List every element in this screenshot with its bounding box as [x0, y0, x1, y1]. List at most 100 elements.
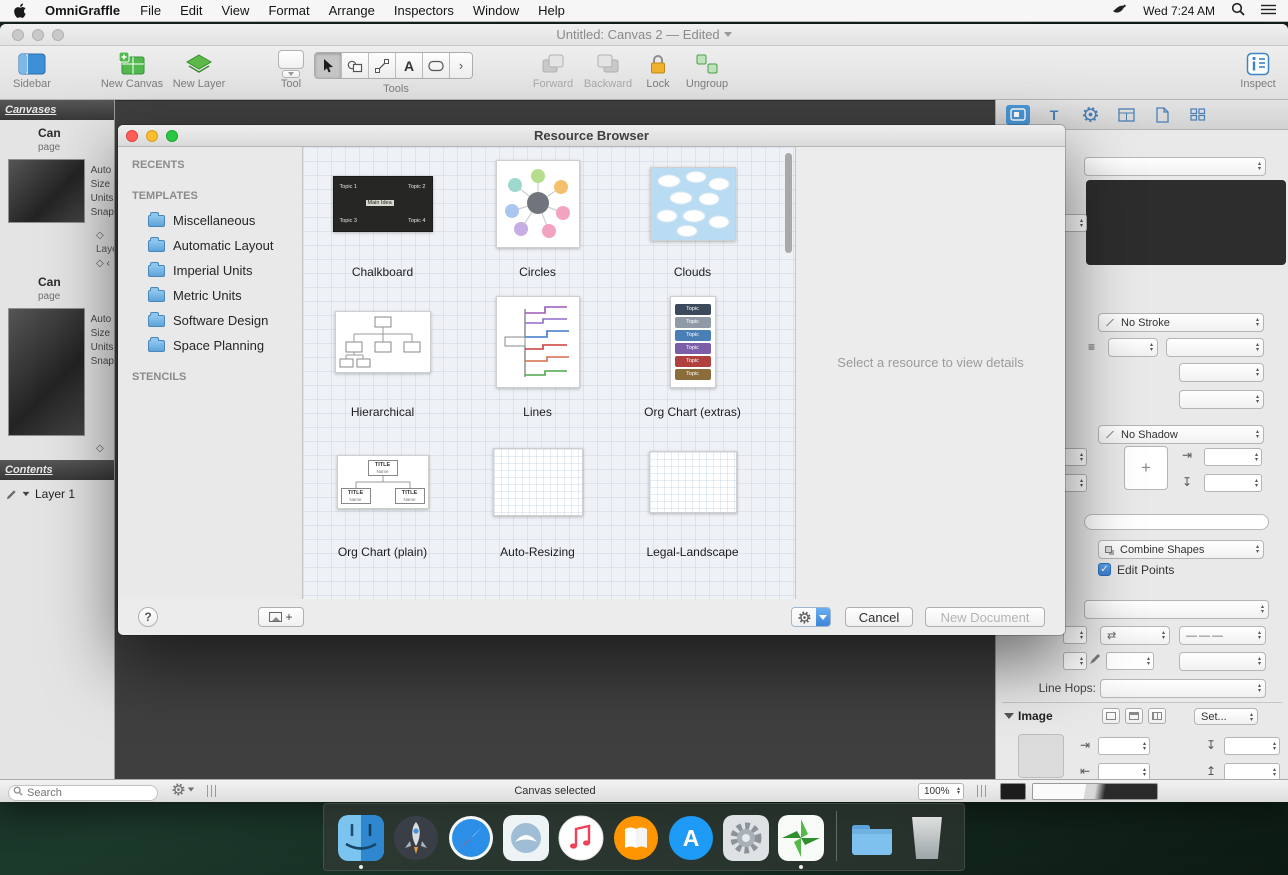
menu-file[interactable]: File [140, 3, 161, 18]
layer-disclosure-icon[interactable] [23, 492, 30, 496]
properties-inspector-tab[interactable] [1078, 105, 1102, 125]
help-button[interactable]: ? [138, 607, 158, 627]
shadow-popup[interactable]: No Shadow [1098, 425, 1264, 444]
stroke-width-popup[interactable] [1108, 338, 1158, 357]
dock-finder-icon[interactable] [338, 815, 384, 861]
image-disclosure-icon[interactable] [1004, 713, 1014, 719]
line-hops-popup[interactable] [1100, 679, 1266, 698]
image-well[interactable] [1018, 734, 1064, 778]
line-tool-button[interactable] [369, 53, 396, 78]
menu-window[interactable]: Window [473, 3, 519, 18]
inspect-button[interactable]: Inspect [1234, 50, 1282, 90]
action-menu-chevron-icon[interactable] [816, 608, 830, 626]
image-mode-button-1[interactable] [1102, 708, 1120, 724]
line-type-popup[interactable] [1084, 600, 1269, 619]
forward-button[interactable]: Forward [528, 50, 578, 90]
folder-imperial-units[interactable]: Imperial Units [118, 258, 302, 283]
template-legal-landscape[interactable]: Legal-Landscape [615, 423, 770, 563]
line-stepper-1[interactable] [1063, 626, 1087, 644]
image-section-header[interactable]: Image [1004, 709, 1053, 723]
search-input[interactable] [8, 785, 158, 801]
gradient-bar[interactable] [1032, 783, 1158, 800]
statusbar-gear-button[interactable] [172, 783, 195, 796]
dock-safari-icon[interactable] [448, 815, 494, 861]
canvas-list-item-1[interactable]: Can page Auto Size Units Snap [0, 120, 114, 227]
template-auto-resizing[interactable]: Auto-Resizing [460, 423, 615, 563]
minimize-button[interactable] [32, 29, 44, 41]
selection-tool-button[interactable] [315, 53, 342, 78]
template-org-chart-plain[interactable]: TITLE Name TITLE Name TITLE Name Org Cha… [305, 423, 460, 563]
tool-dropdown-button[interactable]: Tool [268, 50, 314, 90]
dock-trash-icon[interactable] [904, 815, 950, 861]
dash-pattern-popup[interactable]: ——— [1179, 626, 1266, 645]
shape-tool-button[interactable] [342, 53, 369, 78]
dialog-minimize-button[interactable] [146, 130, 158, 142]
line-stepper-2[interactable] [1063, 652, 1087, 670]
folder-software-design[interactable]: Software Design [118, 308, 302, 333]
app-menu-name[interactable]: OmniGraffle [45, 3, 120, 18]
edit-points-checkbox[interactable] [1098, 563, 1111, 576]
backward-button[interactable]: Backward [582, 50, 634, 90]
folder-space-planning[interactable]: Space Planning [118, 333, 302, 358]
menu-inspectors[interactable]: Inspectors [394, 3, 454, 18]
shadow-stepper-2[interactable] [1063, 474, 1087, 492]
dock-itunes-icon[interactable] [558, 815, 604, 861]
shadow-offset-well[interactable]: + [1124, 446, 1168, 490]
dock-ibooks-icon[interactable] [613, 815, 659, 861]
close-button[interactable] [12, 29, 24, 41]
text-tool-button[interactable]: A [396, 53, 423, 78]
arrowhead-popup[interactable]: ⇄ [1100, 626, 1170, 645]
template-chalkboard[interactable]: Topic 1 Topic 2 Main Idea Topic 3 Topic … [305, 147, 460, 283]
style-brush-tool-button[interactable] [423, 53, 450, 78]
menu-extra-icon[interactable] [1111, 2, 1127, 19]
dock-mail-icon[interactable] [503, 815, 549, 861]
grid-scrollbar-thumb[interactable] [785, 153, 792, 253]
stroke-popup[interactable]: No Stroke [1098, 313, 1264, 332]
menu-arrange[interactable]: Arrange [329, 3, 375, 18]
apple-menu-icon[interactable] [14, 3, 27, 18]
menu-format[interactable]: Format [268, 3, 309, 18]
line-width-stepper[interactable] [1106, 652, 1154, 670]
lock-button[interactable]: Lock [638, 50, 678, 90]
menu-help[interactable]: Help [538, 3, 565, 18]
fill-stepper[interactable] [1063, 214, 1087, 232]
layer-row[interactable]: Layer 1 [0, 480, 114, 501]
canvas-2-thumbnail[interactable] [8, 308, 85, 436]
new-layer-button[interactable]: New Layer [164, 50, 234, 90]
folder-metric-units[interactable]: Metric Units [118, 283, 302, 308]
zoom-stepper[interactable]: 100% [918, 783, 964, 800]
canvas-1-thumbnail[interactable] [8, 159, 85, 223]
splitter-handle-left[interactable] [207, 785, 217, 797]
text-inspector-tab[interactable]: T [1042, 105, 1066, 125]
stroke-pattern-popup[interactable] [1166, 338, 1264, 357]
zoom-button[interactable] [52, 29, 64, 41]
template-circles[interactable]: Circles [460, 147, 615, 283]
canvas-inspector-tab[interactable] [1114, 105, 1138, 125]
image-x-stepper[interactable] [1098, 737, 1150, 755]
splitter-handle-right[interactable] [977, 785, 987, 797]
ungroup-button[interactable]: Ungroup [680, 50, 734, 90]
dock-downloads-icon[interactable] [849, 815, 895, 861]
shadow-y-stepper[interactable] [1204, 474, 1262, 492]
menu-view[interactable]: View [221, 3, 249, 18]
dock-appstore-icon[interactable]: A [668, 815, 714, 861]
dialog-close-button[interactable] [126, 130, 138, 142]
action-menu-button[interactable] [791, 607, 831, 627]
stroke-corner-popup[interactable] [1179, 363, 1264, 382]
template-lines[interactable]: Lines [460, 283, 615, 423]
notification-center-icon[interactable] [1261, 3, 1276, 19]
image-set-popup[interactable]: Set... [1194, 708, 1258, 725]
tool-chevron-icon[interactable] [282, 70, 300, 78]
document-inspector-tab[interactable] [1150, 105, 1174, 125]
image-mode-button-3[interactable] [1148, 708, 1166, 724]
shadow-x-stepper[interactable] [1204, 448, 1262, 466]
menu-clock[interactable]: Wed 7:24 AM [1143, 4, 1215, 18]
image-y-stepper[interactable] [1224, 737, 1280, 755]
dock-launchpad-icon[interactable] [393, 815, 439, 861]
menu-edit[interactable]: Edit [180, 3, 202, 18]
folder-miscellaneous[interactable]: Miscellaneous [118, 208, 302, 233]
dock-omnigraffle-icon[interactable] [778, 815, 824, 861]
cancel-button[interactable]: Cancel [845, 607, 913, 627]
dock-system-preferences-icon[interactable] [723, 815, 769, 861]
shadow-stepper-1[interactable] [1063, 448, 1087, 466]
